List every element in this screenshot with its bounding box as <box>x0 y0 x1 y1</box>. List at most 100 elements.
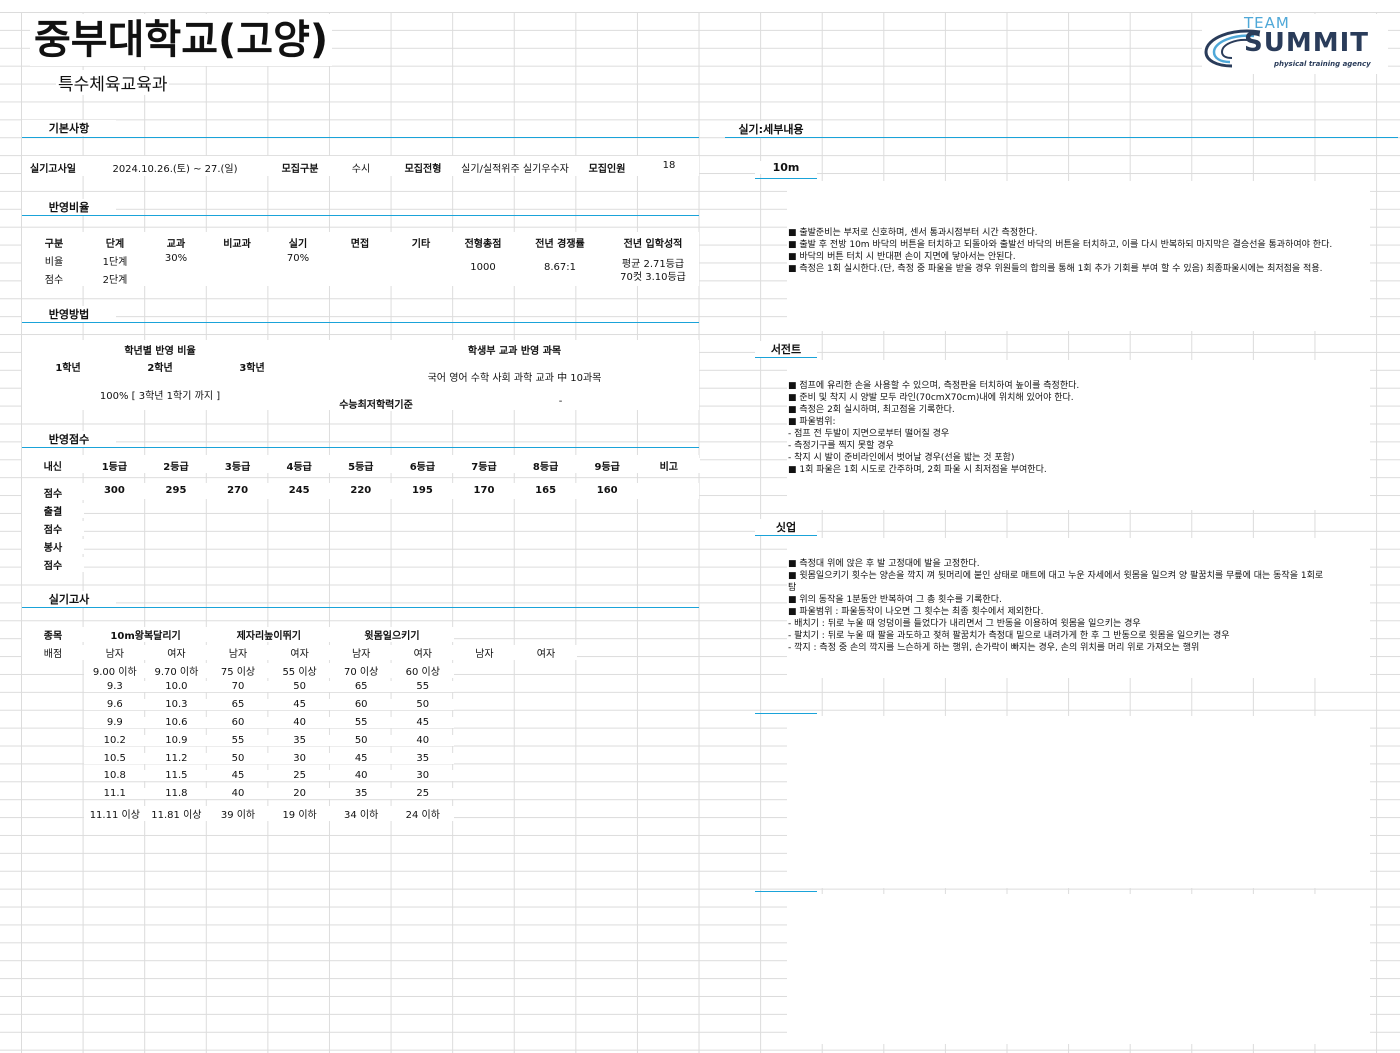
practical-score-cell: 45 <box>330 752 392 764</box>
score-header-cell: 비고 <box>638 458 700 473</box>
detail-line: - 착지 시 발이 준비라인에서 벗어날 경우(선을 밟는 것 포함) <box>788 453 1015 463</box>
ratio-header-cell: 면접 <box>330 235 390 250</box>
section-title-practical: 실기고사 <box>22 591 116 607</box>
section-title-scores: 반영점수 <box>22 431 116 447</box>
section-divider <box>22 322 699 323</box>
detail-line: ■ 위의 동작을 1분동안 반복하여 그 총 횟수를 기록한다. <box>788 595 1002 605</box>
score-extra-label: 봉사 <box>22 538 84 554</box>
practical-score-cell: 10.3 <box>145 698 208 710</box>
score-point-cell: 195 <box>391 485 454 496</box>
ratio-row1-silgi: 70% <box>268 253 328 264</box>
practical-score-cell: 10.8 <box>84 770 146 782</box>
section-divider <box>22 447 699 448</box>
ratio-total: 1000 <box>453 262 513 273</box>
practical-event-label: 윗몸일으키기 <box>330 627 454 642</box>
detail-line: ■ 바닥의 버튼 터치 시 반대편 손이 지면에 닿아서는 안된다. <box>788 252 1016 262</box>
score-point-cell: 295 <box>145 485 207 496</box>
quota-label: 모집인원 <box>577 160 637 175</box>
ratio-header-cell: 비교과 <box>207 235 267 250</box>
exam-date-value: 2024.10.26.(토) ~ 27.(일) <box>100 160 250 175</box>
practical-score-cell: 9.70 이하 <box>145 663 208 678</box>
grade-ratio-value: 100% [ 3학년 1학기 까지 ] <box>22 387 298 402</box>
score-points-label: 점수 <box>22 485 84 500</box>
practical-gender-cell: 여자 <box>268 645 331 660</box>
practical-score-cell: 35 <box>330 788 392 800</box>
practical-score-cell: 10.9 <box>145 734 208 746</box>
ratio-prev-cut: 70컷 3.10등급 <box>607 268 699 283</box>
practical-score-label: 배점 <box>22 645 84 660</box>
practical-score-cell: 45 <box>207 770 269 782</box>
detail-line: - 팔치기 : 뒤로 누울 때 팔을 과도하고 젖혀 팔꿈치가 측정대 밑으로 … <box>788 631 1230 641</box>
csat-value: - <box>422 396 699 407</box>
practical-gender-cell: 남자 <box>330 645 392 660</box>
practical-score-cell: 35 <box>392 752 454 764</box>
subjects-title: 학생부 교과 반영 과목 <box>330 342 699 357</box>
practical-score-cell: 24 이하 <box>392 806 454 822</box>
practical-score-cell: 70 이상 <box>330 663 392 678</box>
ratio-row1-gyogwa: 30% <box>146 253 206 264</box>
practical-gender-cell: 여자 <box>392 645 454 660</box>
practical-score-cell: 9.6 <box>84 698 146 710</box>
detail-line: - 배치기 : 뒤로 누울 때 엉덩이를 들었다가 내리면서 그 반동을 이용하… <box>788 619 1141 629</box>
grade1-label: 1학년 <box>38 359 98 374</box>
detail-line: - 점프 전 두발이 지면으로부터 떨어질 경우 <box>788 429 950 439</box>
practical-score-cell: 75 이상 <box>207 663 269 678</box>
practical-score-cell: 25 <box>392 788 454 800</box>
detail-line: ■ 측정대 위에 앉은 후 발 고정대에 발을 고정한다. <box>788 559 980 569</box>
practical-score-cell: 11.2 <box>145 752 208 764</box>
detail-line: ■ 측정은 2회 실시하며, 최고점을 기록한다. <box>788 405 955 415</box>
type-label: 모집구분 <box>270 160 330 175</box>
section-title-basic: 기본사항 <box>22 120 116 136</box>
section-divider <box>755 713 817 714</box>
practical-event-label: 10m왕복달리기 <box>84 627 208 642</box>
page-title: 중부대학교(고양) <box>30 14 333 66</box>
detail-line: ■ 출발 후 전방 10m 바닥의 버튼을 터치하고 되돌아와 출발선 바닥의 … <box>788 240 1333 250</box>
score-header-cell: 5등급 <box>330 458 392 473</box>
practical-score-cell: 34 이하 <box>330 806 392 822</box>
practical-score-cell: 55 이상 <box>268 663 331 678</box>
practical-score-cell: 40 <box>392 734 454 746</box>
score-point-cell: 170 <box>453 485 515 496</box>
score-header-cell: 7등급 <box>453 458 515 473</box>
practical-score-cell: 60 <box>330 698 392 710</box>
practical-score-cell: 11.11 이상 <box>84 806 146 822</box>
practical-score-cell: 70 <box>207 680 269 692</box>
page-subtitle: 특수체육교육과 <box>56 70 170 95</box>
detail-line: ■ 측정은 1회 실시한다.(단, 측정 중 파울을 받을 경우 위원들의 합의… <box>788 264 1323 274</box>
section-divider <box>755 535 817 536</box>
score-header-cell: 4등급 <box>268 458 330 473</box>
ratio-header-cell: 실기 <box>268 235 328 250</box>
practical-score-cell: 45 <box>268 698 331 710</box>
score-header-cell: 내신 <box>22 458 84 473</box>
practical-score-cell: 11.81 이상 <box>145 806 208 822</box>
detail-line: 탐 <box>788 583 797 593</box>
score-point-cell: 270 <box>206 485 269 496</box>
score-point-cell: 245 <box>268 485 330 496</box>
practical-gender-cell: 여자 <box>515 645 577 660</box>
logo-tagline: physical training agency <box>1274 60 1371 68</box>
section-divider <box>755 891 817 892</box>
exam-date-label: 실기고사일 <box>22 160 84 175</box>
practical-score-cell: 10.2 <box>84 734 146 746</box>
ratio-competition: 8.67:1 <box>514 262 606 273</box>
practical-score-cell: 11.8 <box>145 788 208 800</box>
section-divider <box>725 137 1398 138</box>
csat-label: 수능최저학력기준 <box>330 396 422 411</box>
score-header-cell: 6등급 <box>391 458 454 473</box>
practical-score-cell: 30 <box>268 752 331 764</box>
practical-score-cell: 45 <box>392 716 454 728</box>
ratio-row2-stage: 2단계 <box>85 271 145 286</box>
practical-score-cell: 50 <box>330 734 392 746</box>
score-header-cell: 1등급 <box>83 458 146 473</box>
ratio-header-cell: 전형총점 <box>453 235 513 250</box>
score-point-cell: 300 <box>83 485 146 496</box>
practical-score-cell: 65 <box>330 680 392 692</box>
ratio-header-cell: 기타 <box>391 235 451 250</box>
practical-score-cell: 20 <box>268 788 331 800</box>
ratio-row2-label: 점수 <box>24 271 84 286</box>
section-divider <box>22 215 699 216</box>
track-value: 실기/실적위주 실기우수자 <box>455 160 575 175</box>
ratio-row1-stage: 1단계 <box>85 253 145 268</box>
detail-line: ■ 점프에 유리한 손을 사용할 수 있으며, 측정판을 터치하여 높이를 측정… <box>788 381 1080 391</box>
practical-score-cell: 9.00 이하 <box>84 663 146 678</box>
